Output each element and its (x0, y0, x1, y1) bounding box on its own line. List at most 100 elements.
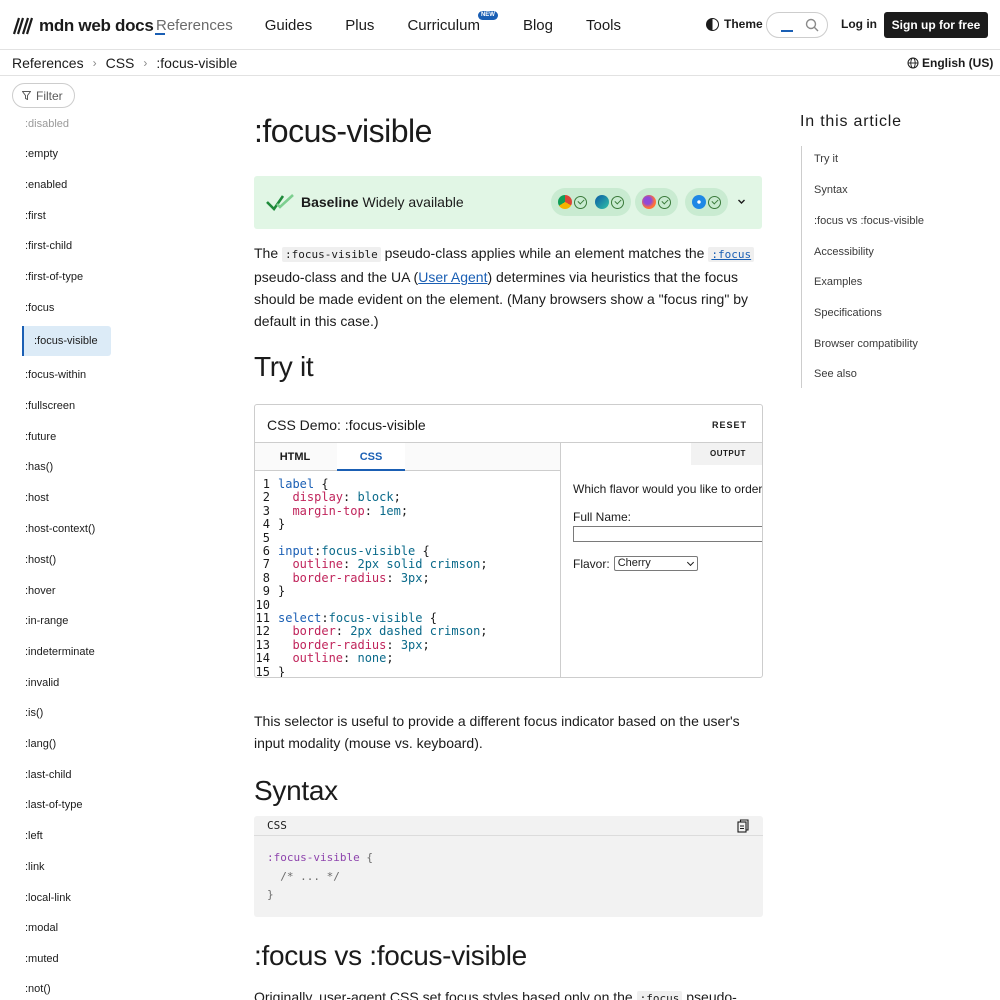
heading-syntax: Syntax (254, 775, 338, 806)
line-number: 7 (262, 557, 270, 572)
nav-tools[interactable]: Tools (586, 17, 621, 34)
sidebar-item-in-range[interactable]: :in-range (25, 615, 68, 627)
sidebar-item-not[interactable]: :not() (25, 983, 51, 995)
toc-item-syntax[interactable]: Syntax (814, 184, 848, 196)
sidebar-item-host[interactable]: :host (25, 492, 49, 504)
line-number: 6 (262, 544, 270, 558)
code-editor[interactable]: 1 label {2 display: block; 3 margin-top: 1… (255, 472, 560, 678)
code-value: 3px (400, 637, 423, 652)
nav-guides[interactable]: Guides (265, 17, 313, 34)
breadcrumb-css[interactable]: CSS (106, 55, 135, 71)
signup-button[interactable]: Sign up for free (884, 12, 988, 38)
sidebar-item-modal[interactable]: :modal (25, 922, 58, 934)
breadcrumb-current[interactable]: :focus-visible (156, 55, 237, 71)
sidebar-item-host-context[interactable]: :host-context() (25, 523, 95, 535)
sidebar-item-first-child[interactable]: :first-child (25, 240, 72, 252)
toc-item-try-it[interactable]: Try it (814, 153, 838, 165)
chevron-down-icon[interactable] (737, 197, 746, 206)
code-selector: select (278, 611, 322, 625)
reset-button[interactable]: RESET (712, 420, 747, 430)
search-box[interactable] (766, 12, 828, 38)
language-switcher[interactable]: English (US) (907, 56, 993, 70)
sidebar-item-link[interactable]: :link (25, 861, 45, 873)
browser-group-firefox (635, 188, 678, 216)
sidebar-item-is[interactable]: :is() (25, 707, 43, 719)
line-number: 15 (255, 664, 270, 678)
syntax-open-brace: { (359, 851, 373, 864)
user-agent-link[interactable]: User Agent (418, 269, 487, 285)
nav-plus[interactable]: Plus (345, 17, 374, 34)
sidebar-item-first[interactable]: :first (25, 210, 46, 222)
toc-item-see-also[interactable]: See also (814, 368, 857, 380)
sidebar-item-invalid[interactable]: :invalid (25, 677, 59, 689)
sidebar-item-hover[interactable]: :hover (25, 585, 56, 597)
language-label: English (US) (922, 56, 994, 70)
code-value: 2px dashed crimson (350, 624, 481, 639)
supported-check-icon (611, 195, 624, 209)
code-punct: ; (480, 557, 488, 572)
tab-css[interactable]: CSS (337, 443, 405, 471)
sidebar-item-local-link[interactable]: :local-link (25, 892, 71, 904)
sidebar-item-focus-within[interactable]: :focus-within (25, 369, 86, 381)
sidebar-item-focus[interactable]: :focus (25, 302, 54, 314)
browser-group-chrome-edge (551, 188, 631, 216)
new-badge: NEW (477, 11, 498, 20)
baseline-check-icon (266, 194, 294, 212)
sidebar-item-disabled[interactable]: :disabled (25, 118, 69, 130)
login-link[interactable]: Log in (841, 17, 877, 31)
sidebar-item-future[interactable]: :future (25, 431, 56, 443)
sidebar-item-host-function[interactable]: :host() (25, 554, 56, 566)
inline-code-link-focus[interactable]: :focus (708, 247, 755, 262)
toc-item-focus-vs[interactable]: :focus vs :focus-visible (814, 215, 924, 227)
code-punct: : (386, 637, 401, 652)
sidebar-item-empty[interactable]: :empty (25, 148, 58, 160)
sidebar-item-last-child[interactable]: :last-child (25, 769, 71, 781)
top-navigation-bar: mdn web docs References Guides Plus Curr… (0, 0, 1000, 50)
code-punct: : (343, 557, 358, 572)
breadcrumb-references[interactable]: References (12, 55, 84, 71)
sidebar-item-has[interactable]: :has() (25, 461, 53, 473)
flavor-select[interactable]: Cherry (613, 556, 698, 571)
code-line: 3 margin-top: 1em; (255, 503, 560, 518)
code-property: border-radius (278, 637, 387, 652)
baseline-label: Baseline Widely available (301, 194, 464, 210)
toc-item-accessibility[interactable]: Accessibility (814, 246, 874, 258)
toc-item-browser-compat[interactable]: Browser compatibility (814, 338, 918, 350)
intro-text-1: The (254, 245, 283, 261)
copy-icon[interactable] (737, 819, 749, 833)
code-line: 4} (255, 517, 560, 531)
theme-switcher[interactable]: Theme (706, 17, 763, 31)
code-punct: : (364, 503, 380, 518)
nav-references[interactable]: References (156, 17, 233, 34)
intro-text-2: pseudo-class applies while an element ma… (380, 245, 709, 261)
sidebar-item-lang[interactable]: :lang() (25, 738, 56, 750)
code-value: 1em (379, 503, 401, 518)
code-value: block (357, 490, 394, 505)
sidebar-item-focus-visible[interactable]: :focus-visible (22, 326, 111, 356)
syntax-code-block: CSS :focus-visible { /* ... */ } (254, 816, 763, 917)
sidebar-item-enabled[interactable]: :enabled (25, 179, 67, 191)
chrome-icon (558, 195, 572, 209)
sidebar-item-indeterminate[interactable]: :indeterminate (25, 646, 95, 658)
supported-check-icon (658, 195, 671, 209)
nav-curriculum-label: Curriculum (407, 17, 480, 34)
sidebar-item-first-of-type[interactable]: :first-of-type (25, 271, 83, 283)
mdn-logo[interactable]: mdn web docs (12, 14, 167, 38)
heading-try-it: Try it (254, 351, 314, 382)
nav-blog[interactable]: Blog (523, 17, 553, 34)
tab-html[interactable]: HTML (255, 443, 335, 471)
sidebar-item-fullscreen[interactable]: :fullscreen (25, 400, 75, 412)
code-punct: ; (386, 651, 394, 666)
sidebar-filter[interactable]: Filter (12, 83, 75, 108)
sidebar-item-last-of-type[interactable]: :last-of-type (25, 799, 82, 811)
nav-curriculum[interactable]: Curriculum NEW (407, 11, 498, 34)
code-line: 2 display: block; (255, 490, 560, 505)
sidebar-item-left[interactable]: :left (25, 830, 43, 842)
sidebar-item-muted[interactable]: :muted (25, 953, 59, 965)
baseline-banner[interactable]: Baseline Widely available (254, 176, 762, 229)
full-name-input[interactable] (573, 526, 762, 542)
toc-item-examples[interactable]: Examples (814, 276, 862, 288)
line-number: 5 (262, 530, 270, 545)
toc-item-specifications[interactable]: Specifications (814, 307, 882, 319)
line-number: 9 (262, 584, 270, 599)
